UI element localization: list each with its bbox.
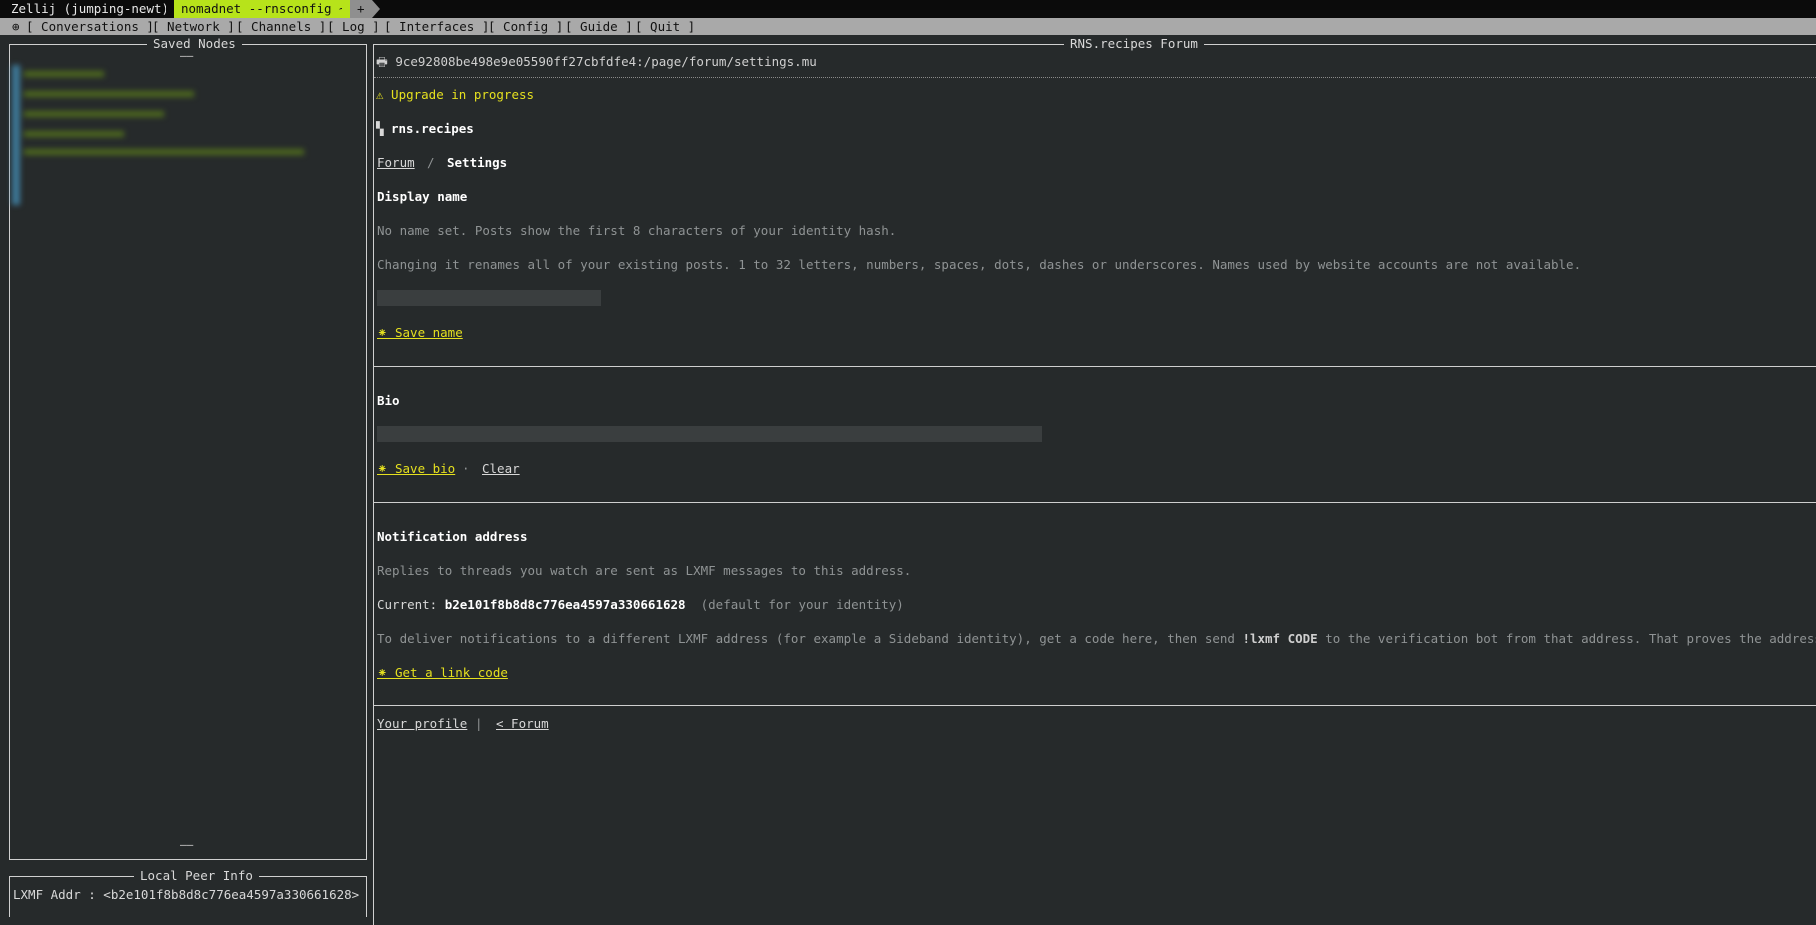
clear-bio-button[interactable]: Clear (482, 461, 520, 476)
local-peer-title: Local Peer Info (134, 868, 259, 884)
tab-separator-icon (372, 0, 380, 18)
section-divider (374, 366, 1816, 367)
footer-separator: | (475, 716, 483, 731)
bio-action-separator: · (462, 461, 470, 476)
new-tab-button[interactable]: + (350, 0, 372, 18)
lxmf-address: LXMF Addr : <b2e101f8b8d8c776ea4597a3306… (13, 887, 360, 902)
breadcrumb-forum-link[interactable]: Forum (377, 155, 415, 170)
blurred-node-list (12, 65, 304, 205)
browser-title: RNS.recipes Forum (1064, 36, 1204, 52)
menu-quit[interactable]: [ Quit ] (635, 18, 695, 35)
breadcrumb-separator: / (427, 155, 435, 170)
upgrade-notice: ⚠ Upgrade in progress (376, 87, 535, 102)
zellij-tab-bar: Zellij (jumping-newt) nomadnet --rnsconf… (0, 0, 1816, 18)
bio-heading: Bio (377, 393, 400, 408)
save-name-button[interactable]: ⁕ Save name (377, 325, 463, 340)
menu-network[interactable]: [ Network ] (152, 18, 235, 35)
deliver-text-pre: To deliver notifications to a different … (377, 631, 1243, 646)
current-label: Current: (377, 597, 445, 612)
menu-interfaces[interactable]: [ Interfaces ] (384, 18, 489, 35)
bio-input[interactable] (377, 426, 1042, 442)
display-name-desc: No name set. Posts show the first 8 char… (377, 223, 897, 238)
menu-bar: ⊕ [ Conversations ] [ Network ] [ Channe… (0, 18, 1816, 35)
saved-nodes-panel: Saved Nodes —— —— (9, 36, 367, 860)
notification-heading: Notification address (377, 529, 528, 544)
site-logo-icon: ▚ (376, 121, 384, 136)
menu-guide[interactable]: [ Guide ] (565, 18, 633, 35)
url-divider (374, 77, 1816, 78)
display-name-input[interactable] (377, 290, 601, 306)
save-bio-button[interactable]: ⁕ Save bio (377, 461, 455, 476)
tab-nomadnet[interactable]: nomadnet --rnsconfig ~ (174, 0, 355, 18)
menu-config[interactable]: [ Config ] (488, 18, 563, 35)
local-peer-panel: Local Peer Info LXMF Addr : <b2e101f8b8d… (9, 868, 367, 917)
menu-channels[interactable]: [ Channels ] (236, 18, 326, 35)
section-divider (374, 502, 1816, 503)
menu-conversations[interactable]: [ Conversations ] (26, 18, 154, 35)
session-label: Zellij (jumping-newt) (11, 1, 170, 16)
saved-nodes-title: Saved Nodes (147, 36, 242, 52)
scroll-top-mark: —— (180, 49, 194, 62)
your-profile-link[interactable]: Your profile (377, 716, 467, 731)
browser-panel: RNS.recipes Forum (373, 36, 1816, 925)
get-link-code-button[interactable]: ⁕ Get a link code (377, 665, 508, 680)
section-divider (374, 705, 1816, 706)
breadcrumb-current: Settings (447, 155, 508, 170)
display-name-heading: Display name (377, 189, 468, 204)
site-name: rns.recipes (391, 121, 474, 136)
menu-log[interactable]: [ Log ] (327, 18, 380, 35)
tab-separator-icon (166, 0, 174, 18)
scroll-bottom-mark: —— (180, 838, 194, 851)
current-address-value: b2e101f8b8d8c776ea4597a330661628 (444, 597, 686, 612)
deliver-command: !lxmf CODE (1242, 631, 1318, 646)
current-address-line: Current: b2e101f8b8d8c776ea4597a33066162… (377, 597, 904, 612)
current-address-note: (default for your identity) (700, 597, 904, 612)
deliver-text-post: to the verification bot from that addres… (1325, 631, 1816, 646)
display-name-help: Changing it renames all of your existing… (377, 257, 1582, 272)
back-to-forum-link[interactable]: < Forum (496, 716, 549, 731)
url-bar[interactable]: 🖶 9ce92808be498e9e05590ff27cbfdfe4:/page… (376, 53, 817, 74)
deliver-instructions: To deliver notifications to a different … (377, 631, 1816, 646)
notification-desc: Replies to threads you watch are sent as… (377, 563, 912, 578)
globe-icon: ⊕ (12, 19, 20, 34)
tab-separator-icon (342, 0, 350, 18)
